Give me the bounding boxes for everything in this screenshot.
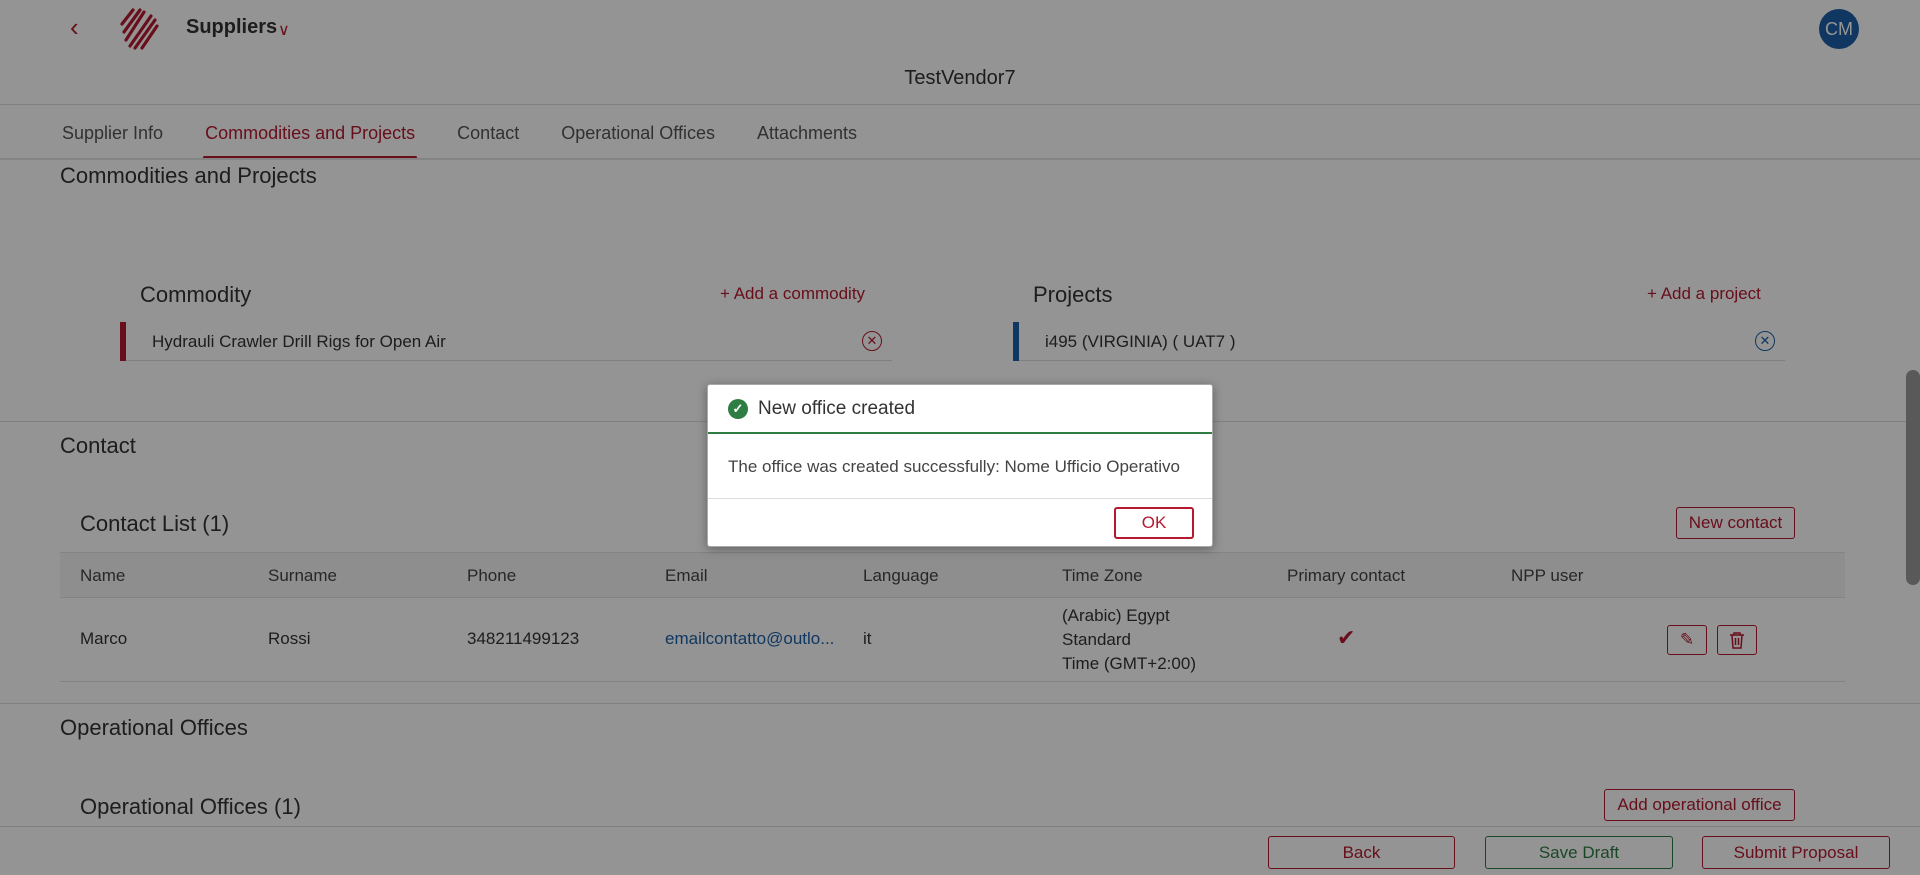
divider <box>708 498 1212 499</box>
dialog-message: The office was created successfully: Nom… <box>728 457 1180 476</box>
success-dialog: ✓ New office created The office was crea… <box>707 384 1213 547</box>
dialog-header: ✓ New office created <box>708 385 1212 434</box>
check-circle-icon: ✓ <box>728 399 748 419</box>
dialog-title: New office created <box>758 398 916 419</box>
ok-button[interactable]: OK <box>1114 507 1194 539</box>
